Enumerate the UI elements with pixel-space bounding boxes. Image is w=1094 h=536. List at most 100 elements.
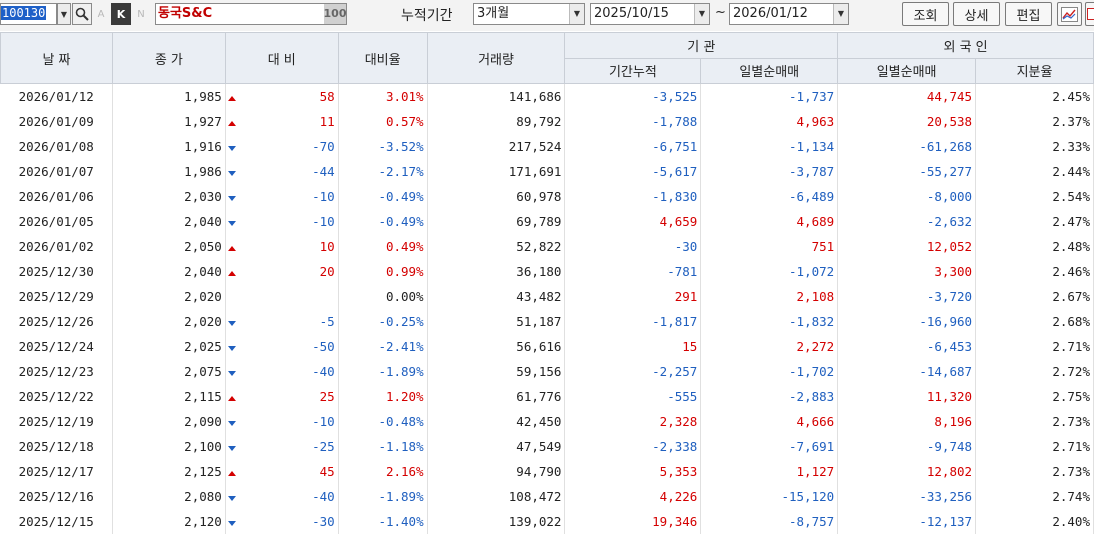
table-row[interactable]: 2025/12/29 2,020 0.00% 43,482 291 2,108 -3,720… <box>0 284 1094 309</box>
badge-count[interactable]: 100 <box>324 4 346 24</box>
calendar-dropdown-icon[interactable]: ▼ <box>833 4 848 24</box>
end-date-field[interactable]: 2026/01/12 ▼ <box>729 3 849 25</box>
query-button[interactable]: 조회 <box>902 2 949 26</box>
cell-direction-arrow <box>225 359 238 384</box>
cell-volume: 108,472 <box>427 484 566 509</box>
cell-close: 2,125 <box>112 459 226 484</box>
cell-inst-daily: -1,702 <box>700 359 839 384</box>
code-dropdown-button[interactable]: ▼ <box>57 3 71 25</box>
cell-foreign-daily: -3,720 <box>837 284 977 309</box>
filter-n-button[interactable]: N <box>134 3 148 25</box>
header-foreign-daily[interactable]: 일별순매매 <box>837 57 977 84</box>
more-button[interactable] <box>1085 2 1094 26</box>
cell-close: 1,986 <box>112 159 226 184</box>
cell-volume: 89,792 <box>427 109 566 134</box>
table-row[interactable]: 2025/12/24 2,025 -50 -2.41% 56,616 15 2,272 -6,… <box>0 334 1094 359</box>
filter-a-button[interactable]: A <box>95 3 107 25</box>
header-date[interactable]: 날 짜 <box>0 32 113 84</box>
cell-foreign-daily: 44,745 <box>837 83 977 109</box>
table-row[interactable]: 2026/01/12 1,985 58 3.01% 141,686 -3,525 -1,73… <box>0 83 1094 109</box>
table-row[interactable]: 2026/01/06 2,030 -10 -0.49% 60,978 -1,830 -6,4… <box>0 184 1094 209</box>
cell-direction-arrow <box>225 409 238 434</box>
stock-code-input[interactable]: 100130 <box>0 3 57 25</box>
cell-change: -40 <box>238 359 339 384</box>
window-icon <box>1087 8 1094 20</box>
cell-volume: 52,822 <box>427 234 566 259</box>
cell-change: -44 <box>238 159 339 184</box>
cell-date: 2026/01/08 <box>0 134 113 159</box>
cell-foreign-ratio: 2.45% <box>975 83 1094 109</box>
header-change[interactable]: 대 비 <box>224 32 339 84</box>
table-row[interactable]: 2025/12/15 2,120 -30 -1.40% 139,022 19,346 -8,… <box>0 509 1094 534</box>
table-row[interactable]: 2025/12/17 2,125 45 2.16% 94,790 5,353 1,127 12… <box>0 459 1094 484</box>
cell-direction-arrow <box>225 309 238 334</box>
cell-date: 2026/01/07 <box>0 159 113 184</box>
table-row[interactable]: 2026/01/02 2,050 10 0.49% 52,822 -30 751 12,052… <box>0 234 1094 259</box>
cell-rate: 0.00% <box>338 284 428 309</box>
table-row[interactable]: 2026/01/07 1,986 -44 -2.17% 171,691 -5,617 -3,… <box>0 159 1094 184</box>
table-row[interactable]: 2025/12/19 2,090 -10 -0.48% 42,450 2,328 4,666… <box>0 409 1094 434</box>
cell-inst-daily: -1,134 <box>700 134 839 159</box>
cell-date: 2025/12/15 <box>0 509 113 534</box>
table-row[interactable]: 2026/01/09 1,927 11 0.57% 89,792 -1,788 4,963 2… <box>0 109 1094 134</box>
search-button[interactable] <box>72 3 92 25</box>
cell-foreign-ratio: 2.71% <box>975 334 1094 359</box>
header-rate[interactable]: 대비율 <box>337 32 428 84</box>
header-volume[interactable]: 거래량 <box>426 32 566 84</box>
header-close[interactable]: 종 가 <box>111 32 226 84</box>
k-button[interactable]: K <box>111 3 131 25</box>
cell-foreign-daily: -12,137 <box>837 509 977 534</box>
cell-inst-cumulative: -3,525 <box>564 83 702 109</box>
stock-code-value: 100130 <box>1 6 47 20</box>
table-row[interactable]: 2025/12/23 2,075 -40 -1.89% 59,156 -2,257 -1,7… <box>0 359 1094 384</box>
cell-date: 2026/01/12 <box>0 83 113 109</box>
cell-rate: -1.89% <box>338 359 428 384</box>
chart-button[interactable] <box>1057 2 1082 26</box>
cell-direction-arrow <box>225 159 238 184</box>
table-row[interactable]: 2025/12/22 2,115 25 1.20% 61,776 -555 -2,883 11… <box>0 384 1094 409</box>
cell-inst-cumulative: -30 <box>564 234 702 259</box>
table-row[interactable]: 2025/12/30 2,040 20 0.99% 36,180 -781 -1,072 3,… <box>0 259 1094 284</box>
header-inst-daily[interactable]: 일별순매매 <box>700 57 839 84</box>
calendar-dropdown-icon[interactable]: ▼ <box>694 4 709 24</box>
table-row[interactable]: 2025/12/26 2,020 -5 -0.25% 51,187 -1,817 -1,83… <box>0 309 1094 334</box>
cell-close: 2,040 <box>112 209 226 234</box>
cell-volume: 139,022 <box>427 509 566 534</box>
triangle-down-icon <box>228 196 237 201</box>
header-foreign-ratio[interactable]: 지분율 <box>975 57 1094 84</box>
cell-foreign-ratio: 2.33% <box>975 134 1094 159</box>
cell-foreign-ratio: 2.68% <box>975 309 1094 334</box>
cell-change: 11 <box>238 109 339 134</box>
cell-date: 2025/12/16 <box>0 484 113 509</box>
table-row[interactable]: 2026/01/08 1,916 -70 -3.52% 217,524 -6,751 -1,… <box>0 134 1094 159</box>
period-select[interactable]: 3개월 ▼ <box>473 3 585 25</box>
start-date-field[interactable]: 2025/10/15 ▼ <box>590 3 710 25</box>
edit-button[interactable]: 편집 <box>1005 2 1052 26</box>
chevron-down-icon[interactable]: ▼ <box>569 4 584 24</box>
header-inst-cumulative[interactable]: 기간누적 <box>564 57 702 84</box>
cell-inst-daily: -1,832 <box>700 309 839 334</box>
cell-inst-cumulative: -781 <box>564 259 702 284</box>
header-foreign: 외 국 인 <box>837 32 1094 59</box>
cell-rate: -1.18% <box>338 434 428 459</box>
table-row[interactable]: 2025/12/16 2,080 -40 -1.89% 108,472 4,226 -15,… <box>0 484 1094 509</box>
cell-foreign-ratio: 2.48% <box>975 234 1094 259</box>
stock-name-field[interactable]: 동국S&C 100 <box>155 3 347 25</box>
cell-rate: -1.40% <box>338 509 428 534</box>
cell-direction-arrow <box>225 384 238 409</box>
cell-foreign-ratio: 2.54% <box>975 184 1094 209</box>
table-row[interactable]: 2025/12/18 2,100 -25 -1.18% 47,549 -2,338 -7,6… <box>0 434 1094 459</box>
table-row[interactable]: 2026/01/05 2,040 -10 -0.49% 69,789 4,659 4,689… <box>0 209 1094 234</box>
cell-direction-arrow <box>225 234 238 259</box>
cell-volume: 59,156 <box>427 359 566 384</box>
cell-inst-cumulative: 15 <box>564 334 702 359</box>
cell-foreign-ratio: 2.73% <box>975 459 1094 484</box>
cell-inst-daily: -1,737 <box>700 83 839 109</box>
cell-inst-daily: 4,689 <box>700 209 839 234</box>
cell-foreign-daily: -14,687 <box>837 359 977 384</box>
cell-inst-daily: -3,787 <box>700 159 839 184</box>
cell-close: 2,115 <box>112 384 226 409</box>
cell-volume: 69,789 <box>427 209 566 234</box>
detail-button[interactable]: 상세 <box>953 2 1000 26</box>
cell-close: 1,927 <box>112 109 226 134</box>
